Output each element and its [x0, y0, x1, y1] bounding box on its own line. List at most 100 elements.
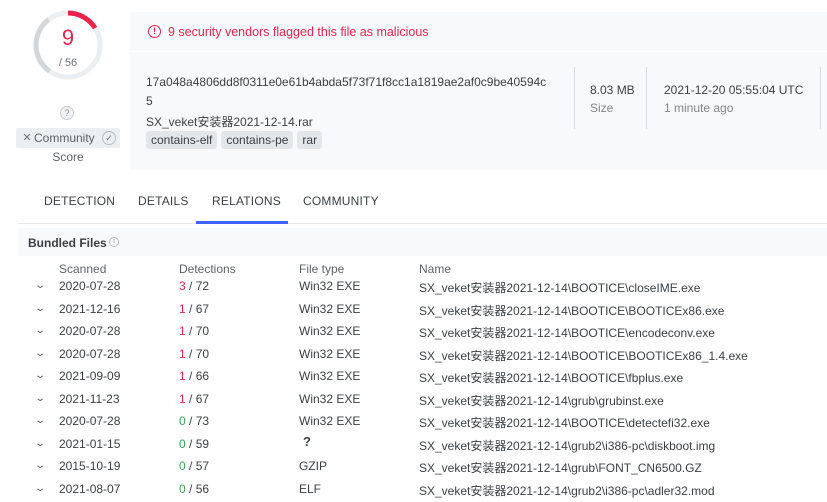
table-row[interactable]: ⌄ 2020-07-28 3 / 72 Win32 EXE SX_veket安装器202…: [18, 276, 827, 299]
file-path-link[interactable]: SX_veket安装器2021-12-14\BOOTICE\encodeconv…: [419, 324, 715, 341]
column-file-type[interactable]: File type: [299, 262, 344, 276]
divider: [574, 67, 575, 129]
scanned-date: 2021-12-16: [59, 301, 121, 316]
chevron-down-icon[interactable]: ⌄: [34, 460, 46, 471]
file-path-link[interactable]: SX_veket安装器2021-12-14\grub\FONT_CN6500.G…: [419, 459, 702, 476]
detection-total: / 57: [185, 459, 210, 473]
scanned-date: 2015-10-19: [59, 459, 121, 473]
column-detections[interactable]: Detections: [179, 262, 236, 276]
file-path-link[interactable]: SX_veket安装器2021-12-14\BOOTICE\BOOTICEx86…: [419, 347, 748, 364]
alert-circle-icon: !: [148, 25, 161, 38]
bundled-files-header: Bundled Files i: [18, 228, 827, 256]
detection-positives: 3: [179, 279, 186, 293]
hash-line-2: 5: [146, 94, 153, 108]
file-name: SX_veket安装器2021-12-14.rar: [146, 115, 313, 129]
file-path-link[interactable]: SX_veket安装器2021-12-14\BOOTICE\detectefi3…: [419, 414, 710, 431]
table-row[interactable]: ⌄ 2021-12-16 1 / 67 Win32 EXE SX_veket安装器202…: [18, 299, 827, 322]
info-icon[interactable]: i: [109, 237, 119, 247]
active-tab-indicator: [196, 221, 288, 224]
tab-community[interactable]: COMMUNITY: [303, 194, 379, 208]
table-row[interactable]: ⌄ 2021-08-07 0 / 56 ELF SX_veket安装器2021-12-1…: [18, 479, 827, 502]
tab-relations[interactable]: RELATIONS: [212, 194, 281, 208]
scanned-date: 2020-07-28: [59, 414, 121, 428]
detection-ratio[interactable]: 0 / 73: [179, 414, 209, 428]
tag-contains-pe[interactable]: contains-pe: [221, 131, 294, 149]
analysis-date-relative: 1 minute ago: [664, 101, 734, 115]
tag-rar[interactable]: rar: [297, 131, 323, 149]
community-label: Community: [34, 131, 95, 145]
community-score-vote: ✕ Community ✓: [16, 128, 120, 148]
chevron-down-icon[interactable]: ⌄: [34, 280, 46, 291]
detection-total: / 72: [185, 279, 210, 293]
tag-contains-elf[interactable]: contains-elf: [146, 131, 218, 149]
chevron-down-icon[interactable]: ⌄: [34, 370, 46, 381]
chevron-down-icon[interactable]: ⌄: [34, 438, 46, 449]
detection-positives: 1: [179, 301, 186, 316]
divider: [820, 67, 821, 129]
detection-total: / 67: [185, 391, 210, 406]
file-path-link[interactable]: SX_veket安装器2021-12-14\BOOTICE\BOOTICEx86…: [419, 302, 724, 319]
file-path-link[interactable]: SX_veket安装器2021-12-14\BOOTICE\fbplus.exe: [419, 369, 683, 386]
detection-positives: 0: [179, 414, 186, 428]
detection-ratio[interactable]: 3 / 72: [179, 279, 209, 293]
scanned-date: 2020-07-28: [59, 346, 121, 361]
table-row[interactable]: ⌄ 2020-07-28 0 / 73 Win32 EXE SX_veket安装器202…: [18, 411, 827, 434]
table-row[interactable]: ⌄ 2020-07-28 1 / 70 Win32 EXE SX_veket安装器202…: [18, 321, 827, 344]
detection-total: / 56: [185, 481, 210, 496]
close-icon[interactable]: ✕: [20, 131, 34, 145]
file-path-link[interactable]: SX_veket安装器2021-12-14\grub2\i386-pc\adle…: [419, 482, 715, 499]
column-scanned[interactable]: Scanned: [59, 262, 106, 276]
report-tabs: DETECTION DETAILS RELATIONS COMMUNITY: [18, 180, 827, 224]
check-icon[interactable]: ✓: [102, 131, 116, 145]
detection-count: 9: [61, 25, 75, 50]
chevron-down-icon[interactable]: ⌄: [34, 325, 46, 336]
file-size-label: Size: [590, 101, 614, 115]
detection-ratio[interactable]: 1 / 66: [179, 369, 209, 383]
chevron-down-icon[interactable]: ⌄: [34, 348, 46, 359]
analysis-date-value: 2021-12-20 05:55:04 UTC: [664, 83, 804, 97]
detection-ratio[interactable]: 1 / 67: [179, 392, 209, 406]
chevron-down-icon[interactable]: ⌄: [34, 393, 46, 404]
scanned-date: 2021-09-09: [59, 369, 121, 383]
chevron-down-icon[interactable]: ⌄: [34, 415, 46, 426]
table-row[interactable]: ⌄ 2021-11-23 1 / 67 Win32 EXE SX_veket安装器202…: [18, 389, 827, 412]
file-tags: contains-elf contains-pe rar: [146, 131, 323, 149]
file-hash[interactable]: 17a048a4806dd8f0311e0e61b4abda5f73f71f8c…: [146, 73, 566, 111]
detection-total: / 70: [185, 324, 210, 338]
file-type: Win32 EXE: [299, 324, 361, 338]
file-type: GZIP: [299, 459, 328, 473]
column-name[interactable]: Name: [419, 262, 451, 276]
table-row[interactable]: ⌄ 2015-10-19 0 / 57 GZIP SX_veket安装器2021-12-…: [18, 456, 827, 479]
file-path-link[interactable]: SX_veket安装器2021-12-14\BOOTICE\closeIME.e…: [419, 279, 700, 296]
detection-ratio[interactable]: 0 / 57: [179, 459, 209, 473]
file-summary: ! 9 security vendors flagged this file a…: [130, 12, 827, 170]
scanned-date: 2020-07-28: [59, 279, 121, 293]
detection-total: / 66: [185, 369, 210, 383]
detection-positives: 0: [179, 481, 186, 496]
detection-positives: 1: [179, 391, 186, 406]
detection-ratio[interactable]: 1 / 70: [179, 324, 209, 338]
detection-total: / 73: [185, 414, 210, 428]
hash-line-1: 17a048a4806dd8f0311e0e61b4abda5f73f71f8c…: [146, 75, 547, 89]
tab-details[interactable]: DETAILS: [138, 194, 189, 208]
detection-positives: 0: [179, 436, 186, 451]
chevron-down-icon[interactable]: ⌄: [34, 303, 46, 314]
detection-positives: 1: [179, 369, 186, 383]
detection-ratio[interactable]: 0 / 59: [179, 437, 209, 451]
table-row[interactable]: ⌄ 2021-09-09 1 / 66 Win32 EXE SX_veket安装器202…: [18, 366, 827, 389]
detection-ratio[interactable]: 0 / 56: [179, 482, 209, 496]
file-type: Win32 EXE: [299, 414, 361, 428]
scanned-date: 2021-08-07: [59, 481, 121, 496]
scanned-date: 2021-01-15: [59, 436, 121, 451]
file-path-link[interactable]: SX_veket安装器2021-12-14\grub\grubinst.exe: [419, 392, 664, 409]
file-type: Win32 EXE: [299, 369, 361, 383]
table-row[interactable]: ⌄ 2020-07-28 1 / 70 Win32 EXE SX_veket安装器202…: [18, 344, 827, 367]
chevron-down-icon[interactable]: ⌄: [34, 483, 46, 494]
tab-detection[interactable]: DETECTION: [44, 194, 115, 208]
detection-ratio[interactable]: 1 / 70: [179, 347, 209, 361]
detection-ratio[interactable]: 1 / 67: [179, 302, 209, 316]
file-path-link[interactable]: SX_veket安装器2021-12-14\grub2\i386-pc\disk…: [419, 437, 715, 454]
scanned-date: 2021-11-23: [59, 391, 120, 406]
table-row[interactable]: ⌄ 2021-01-15 0 / 59? SX_veket安装器2021-12-14\…: [18, 434, 827, 457]
scanned-date: 2020-07-28: [59, 324, 121, 338]
